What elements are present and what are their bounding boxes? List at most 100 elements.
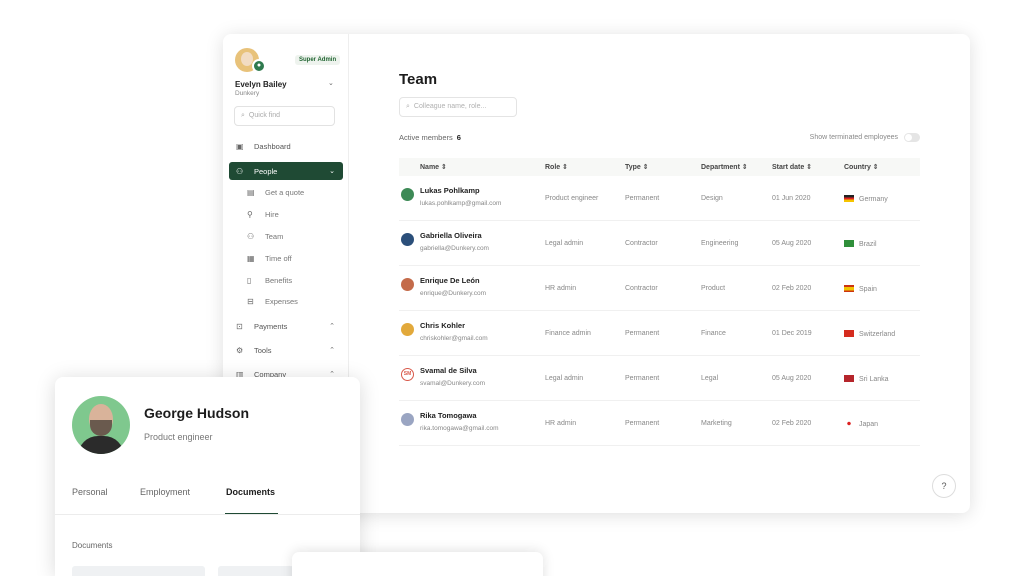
flag-icon bbox=[844, 240, 854, 247]
column-header-department[interactable]: Department ⇕ bbox=[701, 163, 748, 171]
quick-find-placeholder: Quick find bbox=[248, 112, 281, 119]
divider bbox=[55, 514, 360, 515]
sidebar-item-label: Payments bbox=[254, 321, 288, 331]
user-name: Evelyn Bailey bbox=[235, 80, 287, 89]
flag-icon bbox=[844, 420, 854, 427]
country-name: Brazil bbox=[859, 241, 877, 248]
table-row[interactable]: Chris Kohler chriskohler@gmail.com Finan… bbox=[399, 311, 920, 356]
sidebar-item-get-a-quote[interactable]: ▤ Get a quote bbox=[229, 183, 343, 201]
name-cell: Lukas Pohlkamp lukas.pohlkamp@gmail.com bbox=[420, 186, 501, 207]
flag-icon bbox=[844, 195, 854, 202]
sidebar-item-label: Hire bbox=[265, 209, 279, 219]
sidebar-item-time-off[interactable]: ▦ Time off bbox=[229, 249, 343, 267]
table-row[interactable]: Lukas Pohlkamp lukas.pohlkamp@gmail.com … bbox=[399, 176, 920, 221]
sidebar-item-people[interactable]: ⚇ People ⌄ bbox=[229, 162, 343, 180]
sidebar-item-payments[interactable]: ⊡ Payments ⌃ bbox=[229, 317, 343, 335]
person-email: gabriella@Dunkery.com bbox=[420, 245, 489, 252]
column-header-country[interactable]: Country ⇕ bbox=[844, 163, 879, 171]
country-cell: Japan bbox=[844, 420, 878, 428]
type-cell: Contractor bbox=[625, 285, 658, 292]
department-cell: Product bbox=[701, 285, 726, 292]
help-button[interactable]: ? bbox=[932, 474, 956, 498]
avatar bbox=[72, 396, 130, 454]
person-email: lukas.pohlkamp@gmail.com bbox=[420, 200, 502, 207]
show-terminated-toggle[interactable] bbox=[904, 133, 920, 142]
avatar bbox=[401, 278, 414, 291]
type-cell: Contractor bbox=[625, 240, 658, 247]
table-row[interactable]: SM Svamal de Silva svamal@Dunkery.com Le… bbox=[399, 356, 920, 401]
country-cell: Switzerland bbox=[844, 330, 895, 338]
name-cell: Enrique De León enrique@Dunkery.com bbox=[420, 276, 486, 297]
start-date-cell: 02 Feb 2020 bbox=[772, 285, 812, 292]
table-row[interactable]: Gabriella Oliveira gabriella@Dunkery.com… bbox=[399, 221, 920, 266]
table-header: Name ⇕ Role ⇕ Type ⇕ Department ⇕ Start … bbox=[399, 158, 920, 176]
avatar bbox=[401, 188, 414, 201]
quick-find-input[interactable]: ⌕ Quick find bbox=[234, 106, 335, 126]
flag-icon bbox=[844, 375, 854, 382]
tab-personal[interactable]: Personal bbox=[72, 487, 108, 497]
role-cell: Legal admin bbox=[545, 375, 584, 382]
sidebar-item-benefits[interactable]: ▯ Benefits bbox=[229, 271, 343, 289]
sidebar-item-hire[interactable]: ⚲ Hire bbox=[229, 205, 343, 223]
sidebar-item-expenses[interactable]: ⊟ Expenses bbox=[229, 292, 343, 310]
department-cell: Marketing bbox=[701, 420, 732, 427]
user-org: Dunkery bbox=[235, 90, 260, 97]
name-cell: Rika Tomogawa rika.tomogawa@gmail.com bbox=[420, 411, 499, 432]
person-email: rika.tomogawa@gmail.com bbox=[420, 425, 499, 432]
table-row[interactable]: Enrique De León enrique@Dunkery.com HR a… bbox=[399, 266, 920, 311]
person-name: Gabriella Oliveira bbox=[420, 231, 482, 240]
overlay-card bbox=[292, 552, 543, 576]
flag-icon bbox=[844, 285, 854, 292]
team-icon: ⚇ bbox=[247, 231, 255, 241]
column-header-role[interactable]: Role ⇕ bbox=[545, 163, 568, 171]
person-email: enrique@Dunkery.com bbox=[420, 290, 487, 297]
active-members-label: Active members bbox=[399, 133, 453, 142]
search-icon: ⌕ bbox=[241, 112, 245, 119]
person-email: svamal@Dunkery.com bbox=[420, 380, 485, 387]
column-header-type[interactable]: Type ⇕ bbox=[625, 163, 649, 171]
start-date-cell: 01 Dec 2019 bbox=[772, 330, 812, 337]
sidebar-item-tools[interactable]: ⚙ Tools ⌃ bbox=[229, 341, 343, 359]
chevron-down-icon: ⌄ bbox=[329, 168, 335, 175]
start-date-cell: 05 Aug 2020 bbox=[772, 375, 812, 382]
chevron-up-icon: ⌃ bbox=[329, 323, 335, 330]
profile-card: George Hudson Product engineer Personal … bbox=[55, 377, 360, 576]
person-name: Svamal de Silva bbox=[420, 366, 477, 375]
person-name: Rika Tomogawa bbox=[420, 411, 477, 420]
sidebar-item-label: Dashboard bbox=[254, 141, 291, 151]
sidebar-item-label: Tools bbox=[254, 345, 272, 355]
person-name: Chris Kohler bbox=[420, 321, 466, 330]
tab-documents[interactable]: Documents bbox=[226, 487, 275, 497]
calendar-icon: ▦ bbox=[247, 253, 255, 263]
person-name: Lukas Pohlkamp bbox=[420, 186, 480, 195]
start-date-cell: 01 Jun 2020 bbox=[772, 195, 811, 202]
sidebar-item-team[interactable]: ⚇ Team bbox=[229, 227, 343, 245]
payments-icon: ⊡ bbox=[236, 321, 243, 331]
role-cell: Finance admin bbox=[545, 330, 591, 337]
role-cell: Product engineer bbox=[545, 195, 599, 202]
page-title: Team bbox=[399, 71, 438, 88]
lock-icon: ▯ bbox=[247, 275, 252, 285]
colleague-search-input[interactable]: ⌕ Colleague name, role... bbox=[399, 97, 517, 117]
chevron-up-icon: ⌃ bbox=[329, 347, 335, 354]
profile-name: George Hudson bbox=[144, 405, 250, 421]
department-cell: Design bbox=[701, 195, 723, 202]
country-cell: Sri Lanka bbox=[844, 375, 889, 383]
role-cell: Legal admin bbox=[545, 240, 584, 247]
status-badge-icon: ● bbox=[252, 59, 266, 73]
add-person-icon: ⚲ bbox=[247, 209, 253, 219]
tab-employment[interactable]: Employment bbox=[140, 487, 190, 497]
table-row[interactable]: Rika Tomogawa rika.tomogawa@gmail.com HR… bbox=[399, 401, 920, 446]
sidebar-item-label: Team bbox=[265, 231, 284, 241]
sidebar-item-label: Time off bbox=[265, 253, 292, 263]
column-header-start-date[interactable]: Start date ⇕ bbox=[772, 163, 812, 171]
show-terminated-toggle-row[interactable]: Show terminated employees bbox=[810, 133, 920, 142]
sidebar-item-dashboard[interactable]: ▣ Dashboard bbox=[229, 137, 343, 155]
name-cell: Svamal de Silva svamal@Dunkery.com bbox=[420, 366, 485, 387]
chevron-down-icon[interactable]: ⌄ bbox=[328, 79, 334, 87]
role-badge: Super Admin bbox=[295, 55, 341, 65]
column-header-name[interactable]: Name ⇕ bbox=[420, 163, 447, 171]
name-cell: Gabriella Oliveira gabriella@Dunkery.com bbox=[420, 231, 489, 252]
department-cell: Legal bbox=[701, 375, 719, 382]
document-tile[interactable] bbox=[72, 566, 205, 576]
